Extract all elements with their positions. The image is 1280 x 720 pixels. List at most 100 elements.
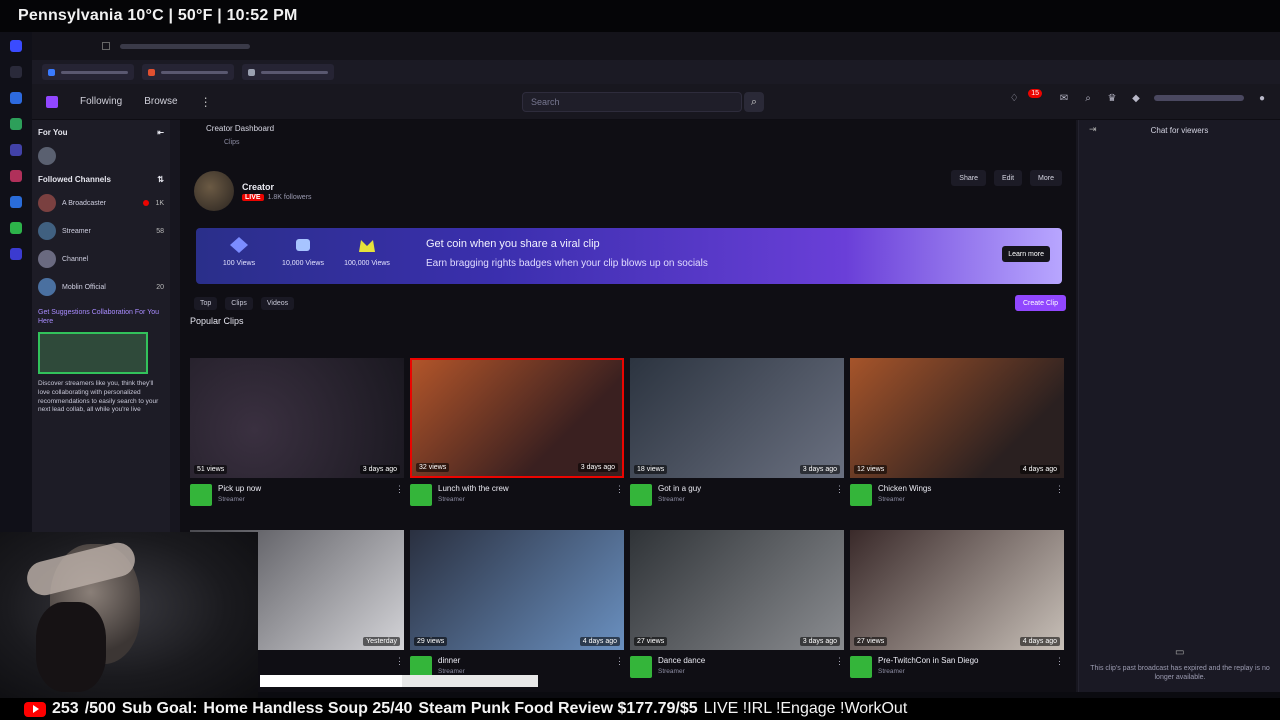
twitch-logo-icon[interactable] bbox=[46, 95, 58, 108]
sidebar-channel[interactable] bbox=[38, 147, 164, 165]
avatar[interactable] bbox=[190, 484, 212, 506]
clip-thumbnail[interactable]: 27 views 3 days ago bbox=[630, 530, 844, 650]
channel-name[interactable]: Creator bbox=[242, 182, 312, 192]
search-input[interactable]: Search bbox=[522, 92, 742, 112]
sidebar-channel[interactable]: Streamer 58 bbox=[38, 222, 164, 240]
clip-channel[interactable]: Streamer bbox=[658, 668, 705, 675]
clip-channel[interactable]: Streamer bbox=[438, 496, 509, 503]
clip-text: Got in a guy Streamer bbox=[658, 484, 701, 503]
collapse-sidebar-icon[interactable]: ⇤ bbox=[157, 128, 164, 137]
browser-tab[interactable] bbox=[42, 64, 134, 80]
more-vertical-icon[interactable]: ⋮ bbox=[615, 656, 624, 667]
clip-channel[interactable]: Streamer bbox=[438, 668, 465, 675]
clip-card[interactable]: 27 views 4 days ago Pre-TwitchCon in San D… bbox=[850, 530, 1064, 678]
app-icon[interactable] bbox=[10, 40, 22, 52]
clip-card[interactable]: 51 views 3 days ago Pick up now Streamer ⋮ bbox=[190, 358, 404, 506]
clip-views: 32 views bbox=[416, 463, 450, 472]
clip-text: Pick up now Streamer bbox=[218, 484, 261, 503]
clip-thumbnail[interactable]: 18 views 3 days ago bbox=[630, 358, 844, 478]
create-clip-button[interactable]: Create Clip bbox=[1014, 295, 1066, 311]
clip-title[interactable]: Pick up now bbox=[218, 484, 261, 494]
browser-tab[interactable] bbox=[242, 64, 334, 80]
nav-browse[interactable]: Browse bbox=[144, 96, 177, 107]
collab-suggestion-card[interactable]: Get Suggestions Collaboration For You He… bbox=[38, 308, 164, 415]
crown-icon[interactable]: ♛ bbox=[1106, 92, 1118, 104]
clip-title[interactable]: Chicken Wings bbox=[878, 484, 931, 494]
clip-card[interactable]: 29 views 4 days ago dinner Streamer ⋮ bbox=[410, 530, 624, 678]
sub-breadcrumb[interactable]: Clips bbox=[180, 137, 1076, 148]
filter-videos[interactable]: Videos bbox=[260, 296, 295, 310]
app-icon[interactable] bbox=[10, 118, 22, 130]
nav-following[interactable]: Following bbox=[80, 96, 122, 107]
app-icon[interactable] bbox=[10, 66, 22, 78]
avatar[interactable] bbox=[850, 656, 872, 678]
app-icon[interactable] bbox=[10, 92, 22, 104]
sidebar-channel[interactable]: Moblin Official 20 bbox=[38, 278, 164, 296]
more-button[interactable]: More bbox=[1030, 170, 1062, 186]
channel-meta: LIVE 1.8K followers bbox=[242, 193, 312, 201]
avatar-icon[interactable]: ● bbox=[1256, 92, 1268, 104]
share-button[interactable]: Share bbox=[951, 170, 986, 186]
clip-channel[interactable]: Streamer bbox=[878, 668, 979, 675]
clip-thumbnail[interactable]: 32 views 3 days ago bbox=[410, 358, 624, 478]
avatar[interactable] bbox=[630, 484, 652, 506]
app-icon[interactable] bbox=[10, 196, 22, 208]
more-vertical-icon[interactable]: ⋮ bbox=[1055, 484, 1064, 495]
user-menu[interactable] bbox=[1154, 95, 1244, 101]
clip-card[interactable]: 12 views 4 days ago Chicken Wings Streamer ⋮ bbox=[850, 358, 1064, 506]
clip-channel[interactable]: Streamer bbox=[218, 496, 261, 503]
clip-title[interactable]: Got in a guy bbox=[658, 484, 701, 494]
search-small-icon[interactable]: ⌕ bbox=[1082, 92, 1094, 104]
inbox-icon[interactable]: ✉ bbox=[1058, 92, 1070, 104]
more-vertical-icon[interactable]: ⋮ bbox=[835, 656, 844, 667]
search-icon[interactable]: ⌕ bbox=[744, 92, 764, 112]
clip-channel[interactable]: Streamer bbox=[878, 496, 931, 503]
avatar bbox=[38, 250, 56, 268]
sidebar-channel[interactable]: Channel bbox=[38, 250, 164, 268]
avatar[interactable] bbox=[194, 171, 234, 211]
clip-thumbnail[interactable]: 29 views 4 days ago bbox=[410, 530, 624, 650]
learn-more-button[interactable]: Learn more bbox=[1002, 246, 1050, 262]
os-taskbar bbox=[0, 32, 32, 532]
bits-icon[interactable]: ◆ bbox=[1130, 92, 1142, 104]
clip-card[interactable]: 18 views 3 days ago Got in a guy Streamer ⋮ bbox=[630, 358, 844, 506]
sort-icon[interactable]: ⇅ bbox=[157, 175, 164, 184]
clip-title[interactable]: dinner bbox=[438, 656, 465, 666]
address-bar[interactable] bbox=[120, 43, 250, 49]
filter-clips[interactable]: Clips bbox=[225, 296, 253, 310]
filter-top[interactable]: Top bbox=[194, 296, 218, 310]
more-vertical-icon[interactable]: ⋮ bbox=[835, 484, 844, 495]
clip-title[interactable]: Dance dance bbox=[658, 656, 705, 666]
clip-thumbnail[interactable]: 51 views 3 days ago bbox=[190, 358, 404, 478]
more-vertical-icon[interactable]: ⋮ bbox=[200, 95, 212, 109]
avatar[interactable] bbox=[850, 484, 872, 506]
avatar[interactable] bbox=[410, 484, 432, 506]
milestone-10000: 10,000 Views bbox=[268, 236, 338, 267]
clip-thumbnail[interactable]: 27 views 4 days ago bbox=[850, 530, 1064, 650]
clip-age: 3 days ago bbox=[799, 637, 840, 646]
edit-button[interactable]: Edit bbox=[993, 170, 1023, 186]
more-vertical-icon[interactable]: ⋮ bbox=[395, 484, 404, 495]
avatar[interactable] bbox=[630, 656, 652, 678]
clip-card[interactable]: 27 views 3 days ago Dance dance Streamer ⋮ bbox=[630, 530, 844, 678]
clip-card[interactable]: 32 views 3 days ago Lunch with the crew Str… bbox=[410, 358, 624, 506]
notifications-icon[interactable]: ♢ bbox=[1008, 92, 1020, 104]
app-icon[interactable] bbox=[10, 170, 22, 182]
clip-title[interactable]: Lunch with the crew bbox=[438, 484, 509, 494]
app-icon[interactable] bbox=[10, 248, 22, 260]
sidebar-channel-name: Streamer bbox=[62, 227, 91, 235]
more-vertical-icon[interactable]: ⋮ bbox=[1055, 656, 1064, 667]
clip-info: Pre-TwitchCon in San Diego Streamer ⋮ bbox=[850, 656, 1064, 678]
sidebar-channel[interactable]: A Broadcaster 1K bbox=[38, 194, 164, 212]
app-icon[interactable] bbox=[10, 144, 22, 156]
more-vertical-icon[interactable]: ⋮ bbox=[395, 656, 404, 667]
app-icon[interactable] bbox=[10, 222, 22, 234]
browser-tab[interactable] bbox=[142, 64, 234, 80]
window-grip-icon[interactable] bbox=[102, 42, 110, 50]
clip-title[interactable]: Pre-TwitchCon in San Diego bbox=[878, 656, 979, 666]
breadcrumb[interactable]: Creator Dashboard bbox=[180, 120, 1076, 137]
more-vertical-icon[interactable]: ⋮ bbox=[615, 484, 624, 495]
collapse-chat-icon[interactable]: ⇥ bbox=[1089, 124, 1097, 135]
clip-thumbnail[interactable]: 12 views 4 days ago bbox=[850, 358, 1064, 478]
clip-channel[interactable]: Streamer bbox=[658, 496, 701, 503]
